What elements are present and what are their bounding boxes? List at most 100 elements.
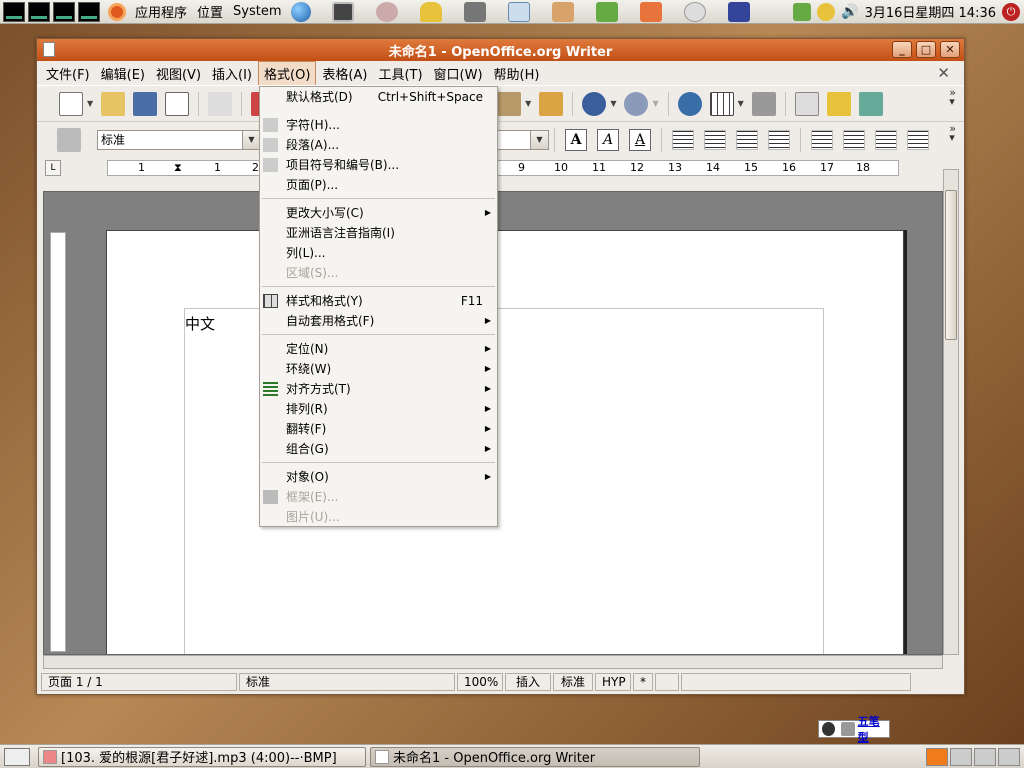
workspace-1[interactable] bbox=[926, 747, 948, 766]
ime-penguin-icon[interactable] bbox=[822, 722, 836, 736]
workspace-4[interactable] bbox=[998, 747, 1020, 766]
menu-item-columns[interactable]: 列(L)... bbox=[260, 243, 497, 263]
menu-item-arrange[interactable]: 排列(R) ▶ bbox=[260, 399, 497, 419]
draw-functions-icon[interactable] bbox=[751, 91, 776, 116]
menu-window[interactable]: 窗口(W) bbox=[429, 62, 488, 85]
menu-insert[interactable]: 插入(I) bbox=[207, 62, 257, 85]
office-launcher-icon[interactable] bbox=[683, 1, 706, 22]
network-launcher-icon[interactable] bbox=[727, 1, 750, 22]
mplayer-launcher-icon[interactable] bbox=[507, 1, 530, 22]
hyperlink-icon[interactable] bbox=[677, 91, 702, 116]
email-icon[interactable] bbox=[165, 91, 190, 116]
workspace-3[interactable] bbox=[974, 747, 996, 766]
table-dropdown-icon[interactable]: ▼ bbox=[738, 99, 744, 108]
menu-item-page[interactable]: 页面(P)... bbox=[260, 175, 497, 195]
menu-item-paragraph[interactable]: 段落(A)... bbox=[260, 135, 497, 155]
chevron-down-icon[interactable]: ▼ bbox=[530, 130, 548, 149]
ime-mode-label[interactable]: 五笔型 bbox=[858, 713, 889, 745]
menu-item-default-formatting[interactable]: 默认格式(D) Ctrl+Shift+Space bbox=[260, 87, 497, 107]
new-document-icon[interactable] bbox=[59, 91, 83, 116]
book-launcher-icon[interactable] bbox=[595, 1, 618, 22]
selection-mode-indicator[interactable]: 标准 bbox=[553, 673, 593, 691]
menu-item-anchor[interactable]: 定位(N) ▶ bbox=[260, 339, 497, 359]
italic-button[interactable]: A bbox=[597, 128, 619, 151]
chevron-down-icon[interactable]: ▼ bbox=[242, 130, 260, 149]
align-center-icon[interactable] bbox=[704, 129, 726, 150]
redo-icon[interactable] bbox=[624, 91, 649, 116]
align-right-icon[interactable] bbox=[736, 129, 758, 150]
save-icon[interactable] bbox=[133, 91, 158, 116]
system-monitor-graph[interactable] bbox=[3, 1, 25, 22]
maximize-button[interactable]: □ bbox=[916, 41, 936, 58]
ruler-indent-marker[interactable]: ⧗ bbox=[174, 161, 182, 175]
paste-dropdown-icon[interactable]: ▼ bbox=[525, 99, 531, 108]
taskbar-item-media-player[interactable]: [103. 爱的根源[君子好逑].mp3 (4:00)--·BMP] bbox=[38, 746, 366, 767]
menu-item-flip[interactable]: 翻转(F) ▶ bbox=[260, 419, 497, 439]
paste-icon[interactable] bbox=[497, 91, 522, 116]
menu-item-group[interactable]: 组合(G) ▶ bbox=[260, 439, 497, 459]
system-monitor-graph[interactable] bbox=[28, 1, 50, 22]
menu-help[interactable]: 帮助(H) bbox=[489, 62, 545, 85]
show-desktop-icon[interactable] bbox=[4, 747, 30, 766]
redo-dropdown-icon[interactable]: ▼ bbox=[652, 99, 658, 108]
underline-button[interactable]: A bbox=[629, 128, 651, 151]
taskbar-item-writer[interactable]: 未命名1 - OpenOffice.org Writer bbox=[370, 746, 700, 767]
update-notifier-icon[interactable] bbox=[793, 2, 812, 21]
toolbar-overflow-icon[interactable]: » ▾ bbox=[949, 87, 956, 107]
menu-item-asian-phonetic-guide[interactable]: 亚洲语言注音指南(I) bbox=[260, 223, 497, 243]
qq-penguin-launcher-icon[interactable] bbox=[419, 1, 442, 22]
digital-signature-indicator[interactable] bbox=[655, 673, 679, 691]
flash-launcher-icon[interactable] bbox=[639, 1, 662, 22]
ime-mode-icon[interactable] bbox=[841, 722, 855, 736]
menu-tools[interactable]: 工具(T) bbox=[373, 62, 427, 85]
rabbit-launcher-icon[interactable] bbox=[551, 1, 574, 22]
menu-item-styles-and-formatting[interactable]: 样式和格式(Y) F11 bbox=[260, 291, 497, 311]
document-page[interactable]: 中文 bbox=[106, 230, 904, 654]
terminal-launcher-icon[interactable] bbox=[331, 1, 354, 22]
power-icon[interactable]: ⏻ bbox=[1002, 2, 1020, 21]
scrollbar-thumb[interactable] bbox=[945, 190, 957, 340]
find-replace-icon[interactable] bbox=[794, 91, 819, 116]
open-folder-icon[interactable] bbox=[101, 91, 126, 116]
page-indicator[interactable]: 页面 1 / 1 bbox=[41, 673, 237, 691]
system-monitor-graph[interactable] bbox=[53, 1, 75, 22]
insert-mode-indicator[interactable]: 插入 bbox=[505, 673, 551, 691]
styles-and-formatting-icon[interactable] bbox=[57, 127, 81, 152]
tab-stop-selector[interactable]: L bbox=[45, 160, 61, 176]
document-text[interactable]: 中文 bbox=[185, 313, 215, 334]
menu-item-bullets-numbering[interactable]: 项目符号和编号(B)... bbox=[260, 155, 497, 175]
menu-file[interactable]: 文件(F) bbox=[41, 62, 95, 85]
menu-table[interactable]: 表格(A) bbox=[317, 62, 372, 85]
decrease-indent-icon[interactable] bbox=[875, 129, 897, 150]
new-dropdown-icon[interactable]: ▼ bbox=[87, 99, 93, 108]
close-window-button[interactable]: ✕ bbox=[940, 41, 960, 58]
vertical-ruler[interactable] bbox=[50, 232, 66, 652]
close-document-icon[interactable]: ✕ bbox=[937, 64, 950, 82]
horizontal-ruler[interactable]: 1 ⧗ 1 2 3 4 5 6 7 8 9 10 11 12 13 14 15 … bbox=[107, 160, 899, 176]
bold-button[interactable]: A bbox=[565, 128, 587, 151]
applications-menu[interactable]: 应用程序 bbox=[130, 2, 192, 21]
minimize-button[interactable]: _ bbox=[892, 41, 912, 58]
places-menu[interactable]: 位置 bbox=[192, 2, 228, 21]
menu-item-character[interactable]: 字符(H)... bbox=[260, 115, 497, 135]
titlebar[interactable]: 未命名1 - OpenOffice.org Writer _ □ ✕ bbox=[37, 39, 964, 61]
toolbar-overflow-icon[interactable]: » ▾ bbox=[949, 123, 956, 143]
input-method-bar[interactable]: 五笔型 bbox=[818, 715, 890, 744]
vertical-scrollbar[interactable] bbox=[943, 169, 959, 655]
menu-view[interactable]: 视图(V) bbox=[151, 62, 206, 85]
bullets-icon[interactable] bbox=[843, 129, 865, 150]
gimp-launcher-icon[interactable] bbox=[463, 1, 486, 22]
clock[interactable]: 3月16日星期四 14:36 bbox=[865, 2, 996, 21]
document-modified-indicator[interactable]: * bbox=[633, 673, 653, 691]
menu-item-autoformat[interactable]: 自动套用格式(F) ▶ bbox=[260, 311, 497, 331]
system-menu[interactable]: System bbox=[228, 4, 286, 19]
system-monitor-graph[interactable] bbox=[78, 1, 100, 22]
media-player-launcher-icon[interactable] bbox=[375, 1, 398, 22]
undo-dropdown-icon[interactable]: ▼ bbox=[610, 99, 616, 108]
align-left-icon[interactable] bbox=[672, 129, 694, 150]
table-icon[interactable] bbox=[709, 91, 734, 116]
menu-item-alignment[interactable]: 对齐方式(T) ▶ bbox=[260, 379, 497, 399]
web-browser-launcher-icon[interactable] bbox=[290, 1, 311, 22]
ubuntu-logo-icon[interactable] bbox=[108, 2, 126, 21]
menu-item-object[interactable]: 对象(O) ▶ bbox=[260, 467, 497, 487]
